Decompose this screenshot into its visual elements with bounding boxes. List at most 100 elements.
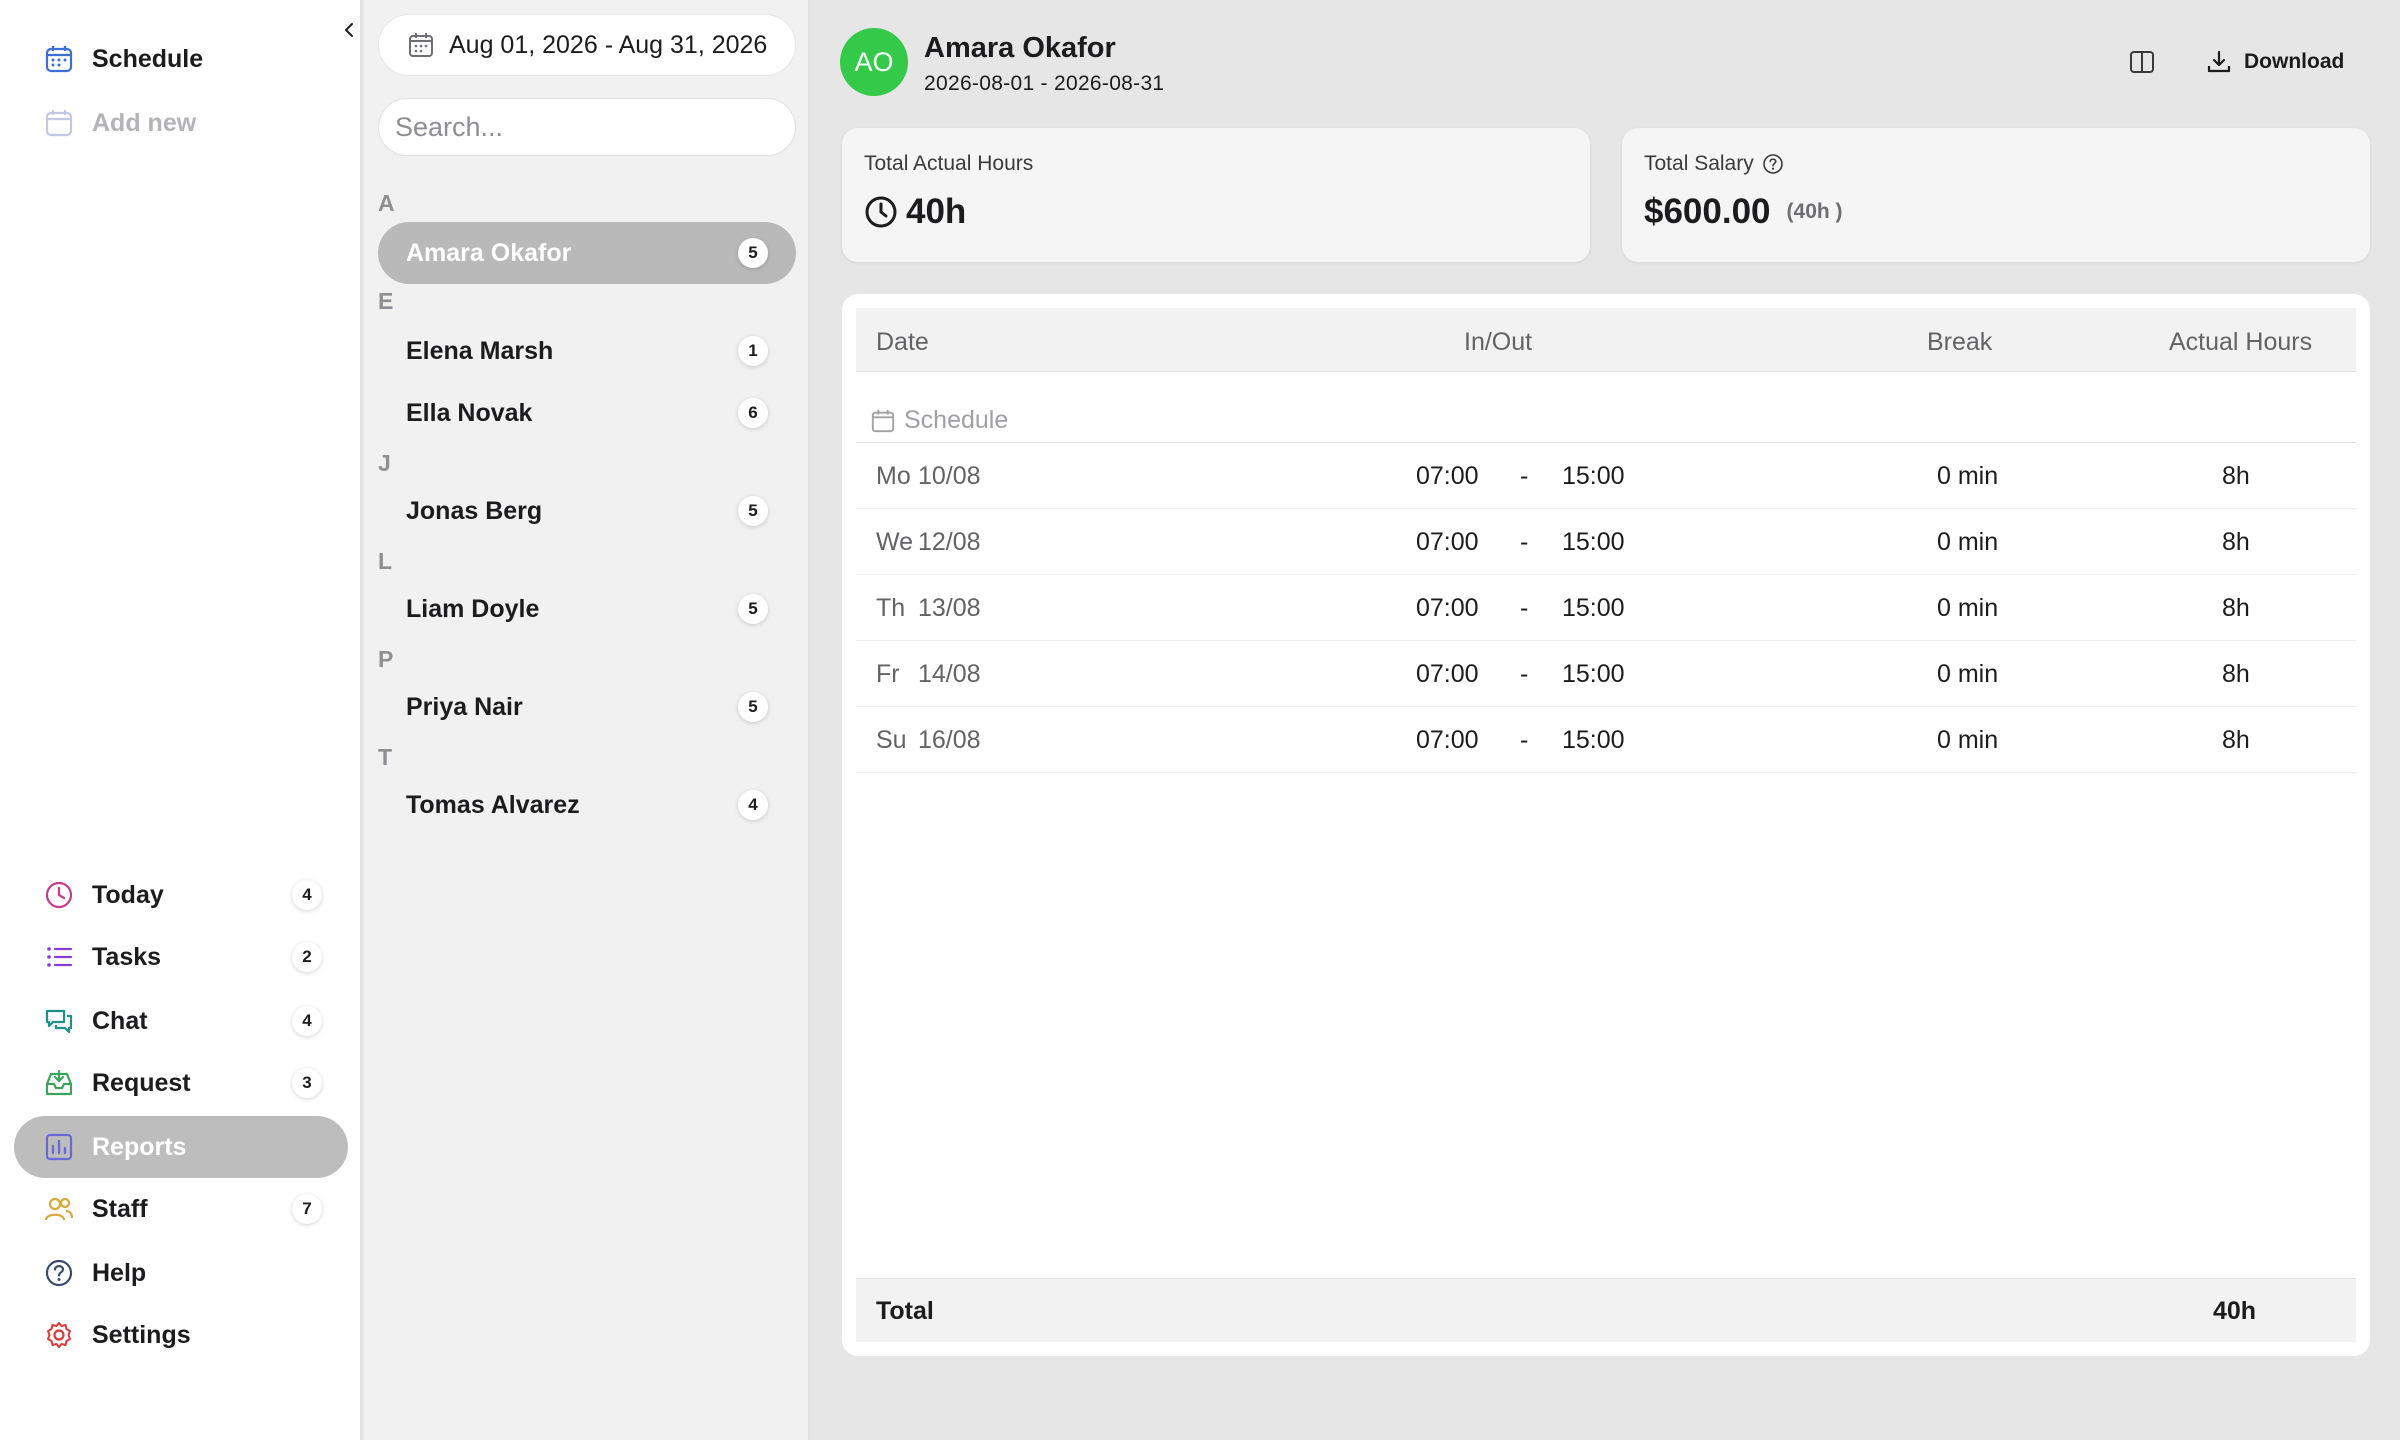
column-header-actual-hours: Actual Hours bbox=[2169, 328, 2313, 356]
inbox-icon bbox=[42, 1066, 76, 1100]
total-salary-caption-row: Total Salary bbox=[1644, 152, 1784, 176]
row-day: We bbox=[876, 528, 914, 556]
table-row[interactable]: Th 13/08 07:00 - 15:00 0 min 8h bbox=[856, 576, 2356, 641]
row-hours: 8h bbox=[2222, 660, 2250, 688]
staff-name: Jonas Berg bbox=[406, 496, 543, 525]
row-separator: - bbox=[1520, 462, 1529, 490]
table-footer: Total 40h bbox=[856, 1278, 2356, 1342]
report-main: AO Amara Okafor 2026-08-01 - 2026-08-31 … bbox=[812, 0, 2400, 1440]
staff-item-priya-nair[interactable]: Priya Nair 5 bbox=[378, 676, 796, 738]
nav-item-request[interactable]: Request 3 bbox=[14, 1052, 348, 1114]
nav-item-label: Request bbox=[92, 1068, 191, 1097]
row-separator: - bbox=[1520, 528, 1529, 556]
help-circle-icon bbox=[42, 1256, 76, 1290]
group-letter: T bbox=[378, 744, 393, 770]
date-range-text: Aug 01, 2026 - Aug 31, 2026 bbox=[449, 30, 768, 59]
count-badge: 4 bbox=[292, 880, 322, 910]
group-letter: E bbox=[378, 288, 394, 314]
info-help-icon[interactable] bbox=[1762, 153, 1784, 175]
clock-icon bbox=[865, 196, 897, 228]
table-header: Date In/Out Break Actual Hours bbox=[856, 308, 2356, 372]
download-button[interactable]: Download bbox=[2206, 44, 2344, 80]
total-hours-caption: Total Actual Hours bbox=[864, 152, 1034, 175]
avatar: AO bbox=[840, 28, 908, 96]
row-date: 12/08 bbox=[918, 528, 981, 556]
nav-item-label: Chat bbox=[92, 1006, 148, 1035]
count-badge: 2 bbox=[292, 942, 322, 972]
total-hours: 40h bbox=[2213, 1297, 2257, 1325]
row-out-time: 15:00 bbox=[1562, 462, 1625, 490]
row-out-time: 15:00 bbox=[1562, 726, 1625, 754]
row-break: 0 min bbox=[1937, 528, 1999, 556]
staff-item-jonas-berg[interactable]: Jonas Berg 5 bbox=[378, 480, 796, 542]
staff-name: Elena Marsh bbox=[406, 336, 554, 365]
calendar-icon bbox=[409, 33, 433, 57]
count-badge: 7 bbox=[292, 1194, 322, 1224]
count-badge: 1 bbox=[738, 336, 768, 366]
staff-name: Priya Nair bbox=[406, 692, 523, 721]
row-break: 0 min bbox=[1937, 726, 1999, 754]
row-out-time: 15:00 bbox=[1562, 528, 1625, 556]
row-separator: - bbox=[1520, 660, 1529, 688]
count-badge: 4 bbox=[738, 790, 768, 820]
divider bbox=[856, 442, 2356, 443]
total-salary-value-row: $600.00 (40h ) bbox=[1644, 192, 1843, 232]
nav-item-add-new[interactable]: Add new bbox=[14, 92, 348, 154]
nav-item-schedule[interactable]: Schedule bbox=[14, 28, 348, 90]
staff-search-input[interactable] bbox=[378, 98, 796, 156]
total-hours-text: 40h bbox=[906, 192, 967, 231]
group-letter: A bbox=[378, 190, 395, 216]
staff-item-amara-okafor[interactable]: Amara Okafor 5 bbox=[378, 222, 796, 284]
toggle-layout-button[interactable] bbox=[2124, 44, 2160, 80]
nav-item-label: Settings bbox=[92, 1320, 191, 1349]
list-icon bbox=[42, 940, 76, 974]
nav-item-label: Tasks bbox=[92, 942, 162, 971]
staff-name: Ella Novak bbox=[406, 398, 533, 427]
count-badge: 6 bbox=[738, 398, 768, 428]
nav-item-chat[interactable]: Chat 4 bbox=[14, 990, 348, 1052]
table-row[interactable]: Fr 14/08 07:00 - 15:00 0 min 8h bbox=[856, 642, 2356, 707]
column-header-date: Date bbox=[876, 328, 929, 356]
schedule-section-label: Schedule bbox=[870, 406, 1008, 435]
row-date: 10/08 bbox=[918, 462, 981, 490]
nav-item-reports[interactable]: Reports bbox=[14, 1116, 348, 1178]
row-hours: 8h bbox=[2222, 462, 2250, 490]
schedule-section-text: Schedule bbox=[904, 406, 1009, 434]
group-letter: L bbox=[378, 548, 393, 574]
row-separator: - bbox=[1520, 594, 1529, 622]
staff-item-tomas-alvarez[interactable]: Tomas Alvarez 4 bbox=[378, 774, 796, 836]
employee-name: Amara Okafor bbox=[924, 32, 1116, 64]
group-letter: P bbox=[378, 646, 394, 672]
group-letter: J bbox=[378, 450, 391, 476]
nav-item-today[interactable]: Today 4 bbox=[14, 864, 348, 926]
nav-item-staff[interactable]: Staff 7 bbox=[14, 1178, 348, 1240]
total-salary-caption: Total Salary bbox=[1644, 152, 1754, 175]
nav-item-settings[interactable]: Settings bbox=[14, 1304, 348, 1366]
staff-item-liam-doyle[interactable]: Liam Doyle 5 bbox=[378, 578, 796, 640]
row-separator: - bbox=[1520, 726, 1529, 754]
nav-item-tasks[interactable]: Tasks 2 bbox=[14, 926, 348, 988]
total-hours-value: 40h bbox=[864, 192, 966, 232]
row-in-time: 07:00 bbox=[1416, 462, 1479, 490]
staff-item-elena-marsh[interactable]: Elena Marsh 1 bbox=[378, 320, 796, 382]
main-sidebar: Schedule Add new Today 4 Tasks 2 Chat 4 … bbox=[0, 0, 362, 1440]
table-row[interactable]: Su 16/08 07:00 - 15:00 0 min 8h bbox=[856, 708, 2356, 773]
clock-icon bbox=[42, 878, 76, 912]
total-salary-card: Total Salary $600.00 (40h ) bbox=[1622, 128, 2370, 262]
row-day: Mo bbox=[876, 462, 911, 490]
table-row[interactable]: We 12/08 07:00 - 15:00 0 min 8h bbox=[856, 510, 2356, 575]
date-range-picker[interactable]: Aug 01, 2026 - Aug 31, 2026 bbox=[378, 14, 796, 76]
table-row[interactable]: Mo 10/08 07:00 - 15:00 0 min 8h bbox=[856, 444, 2356, 509]
staff-name: Tomas Alvarez bbox=[406, 790, 580, 819]
users-icon bbox=[42, 1192, 76, 1226]
row-in-time: 07:00 bbox=[1416, 726, 1479, 754]
nav-item-label: Today bbox=[92, 880, 164, 909]
row-hours: 8h bbox=[2222, 726, 2250, 754]
nav-item-help[interactable]: Help bbox=[14, 1242, 348, 1304]
bar-chart-icon bbox=[42, 1130, 76, 1164]
nav-item-label: Schedule bbox=[92, 44, 204, 73]
staff-item-ella-novak[interactable]: Ella Novak 6 bbox=[378, 382, 796, 444]
nav-item-label: Help bbox=[92, 1258, 147, 1287]
row-date: 13/08 bbox=[918, 594, 981, 622]
total-salary-hours: (40h ) bbox=[1786, 200, 1843, 223]
